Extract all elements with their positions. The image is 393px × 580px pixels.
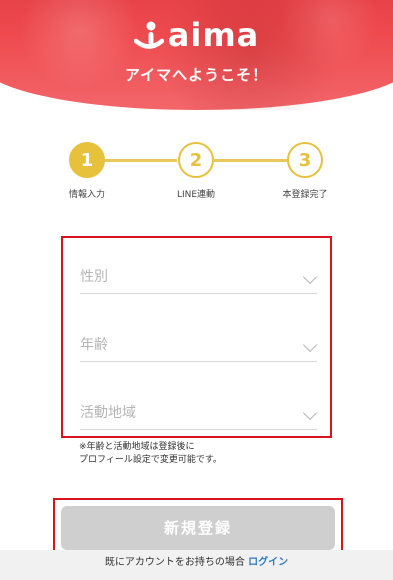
footer-bar: 既にアカウントをお持ちの場合 ログイン bbox=[0, 550, 393, 580]
note-line-2: プロフィール設定で変更可能です。 bbox=[79, 455, 222, 465]
form-note: ※年齢と活動地域は登録後に プロフィール設定で変更可能です。 bbox=[79, 441, 339, 467]
step-3-circle: 3 bbox=[287, 142, 323, 178]
profile-form-highlight: 性別 年齢 活動地域 bbox=[61, 236, 332, 438]
age-placeholder: 年齢 bbox=[80, 337, 108, 353]
chevron-down-icon bbox=[302, 337, 318, 353]
footer-text: 既にアカウントをお持ちの場合 bbox=[104, 557, 245, 568]
gender-select[interactable]: 性別 bbox=[80, 244, 318, 294]
submit-highlight: 新規登録 bbox=[53, 498, 343, 553]
chevron-down-icon bbox=[302, 405, 318, 421]
logo-text: aima bbox=[167, 16, 260, 54]
note-line-1: ※年齢と活動地域は登録後に bbox=[79, 442, 195, 452]
registration-stepper: 1 2 3 情報入力 LINE連動 本登録完了 bbox=[0, 140, 393, 200]
step-connector-2 bbox=[214, 159, 287, 162]
register-button[interactable]: 新規登録 bbox=[61, 506, 335, 550]
age-select[interactable]: 年齢 bbox=[80, 312, 318, 362]
step-2-circle: 2 bbox=[178, 142, 214, 178]
step-1-label: 情報入力 bbox=[68, 190, 105, 200]
area-select[interactable]: 活動地域 bbox=[80, 380, 318, 430]
chevron-down-icon bbox=[302, 269, 318, 285]
login-link[interactable]: ログイン bbox=[248, 557, 288, 568]
logo: aima bbox=[0, 18, 393, 52]
area-placeholder: 活動地域 bbox=[80, 405, 136, 421]
step-3-label: 本登録完了 bbox=[282, 190, 328, 200]
logo-person-icon bbox=[133, 19, 164, 51]
step-1-circle: 1 bbox=[69, 142, 105, 178]
step-2-label: LINE連動 bbox=[176, 190, 216, 200]
header-banner: aima アイマへようこそ！ bbox=[0, 0, 393, 118]
register-page: aima アイマへようこそ！ 1 2 3 情報入力 LINE連動 本登録完了 性… bbox=[0, 0, 393, 580]
step-connector-1 bbox=[105, 159, 177, 162]
gender-placeholder: 性別 bbox=[80, 269, 108, 285]
welcome-text: アイマへようこそ！ bbox=[124, 66, 269, 84]
